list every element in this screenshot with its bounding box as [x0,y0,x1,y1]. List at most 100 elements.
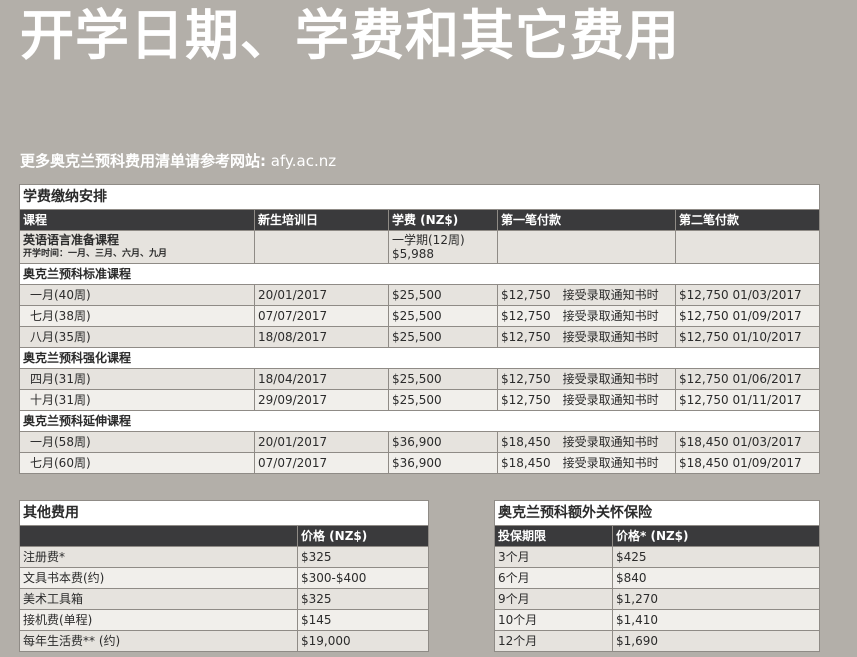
insurance-period: 9个月 [494,588,613,610]
orientation-cell: 18/08/2017 [254,326,389,348]
second-payment-date: 01/06/2017 [732,372,802,386]
header-first-payment: 第一笔付款 [497,209,676,231]
fee-cell: $36,900 [388,431,498,453]
fee-price: $300-$400 [297,567,429,589]
course-cell: 七月(60周) [19,452,255,474]
other-fees-rows: 注册费* $325 文具书本费(约) $300-$400 美术工具箱 $325 接机费(单程… [19,546,429,652]
insurance-rows: 3个月 $425 6个月 $840 9个月 $1,270 10个月 $1,410 12个月 $1,… [494,546,820,652]
first-payment-cell: $12,750 接受录取通知书时 [497,326,676,348]
other-header-price: 价格 (NZ$) [297,525,429,547]
course-cell: 一月(58周) [19,431,255,453]
table-row: 八月(35周) 18/08/2017 $25,500 $12,750 接受录取通知书时 $… [19,326,821,348]
table-row: 四月(31周) 18/04/2017 $25,500 $12,750 接受录取通知书时 $… [19,368,821,390]
orientation-cell: 20/01/2017 [254,431,389,453]
first-payment-cell: $12,750 接受录取通知书时 [497,368,676,390]
second-payment-date: 01/03/2017 [732,435,802,449]
header-course: 课程 [19,209,255,231]
table-row: 接机费(单程) $145 [19,609,429,631]
course-cell: 四月(31周) [19,368,255,390]
language-fee-period: 一学期(12周) [392,233,465,247]
second-payment-date: 01/10/2017 [732,330,802,344]
fee-cell: $36,900 [388,452,498,474]
first-payment-cell: $18,450 接受录取通知书时 [497,452,676,474]
first-payment-cell: $18,450 接受录取通知书时 [497,431,676,453]
insurance-price: $840 [612,567,820,589]
first-payment-amount: $12,750 [501,288,551,302]
first-payment-amount: $18,450 [501,435,551,449]
first-payment-amount: $12,750 [501,393,551,407]
second-payment-cell: $12,750 01/06/2017 [674,368,821,390]
table-row: 12个月 $1,690 [494,630,820,652]
second-payment-amount: $18,450 [679,435,729,449]
reference-label: 更多奥克兰预科费用清单请参考网站: [20,152,267,170]
fee-price: $145 [297,609,429,631]
header-second-payment: 第二笔付款 [674,209,821,231]
orientation-cell: 18/04/2017 [254,368,389,390]
table-row: 十月(31周) 29/09/2017 $25,500 $12,750 接受录取通知书时 $… [19,389,821,411]
insurance-table: 奥克兰预科额外关怀保险 投保期限 价格* (NZ$) 3个月 $425 6个月 $84… [494,500,820,652]
table-row: 每年生活费** (约) $19,000 [19,630,429,652]
group-name: 奥克兰预科标准课程 [18,263,821,285]
reference-url[interactable]: afy.ac.nz [271,152,336,170]
insurance-period: 10个月 [494,609,613,631]
table-row: 七月(60周) 07/07/2017 $36,900 $18,450 接受录取通知书时 $… [19,452,821,474]
language-fee-cell: 一学期(12周) $5,988 [388,230,498,264]
table-row: 文具书本费(约) $300-$400 [19,567,429,589]
insurance-price: $1,690 [612,630,820,652]
second-payment-date: 01/03/2017 [732,288,802,302]
second-payment-cell: $18,450 01/03/2017 [674,431,821,453]
header-orientation: 新生培训日 [254,209,389,231]
group-name: 奥克兰预科强化课程 [18,347,821,369]
group-name: 奥克兰预科延伸课程 [18,410,821,432]
group-row: 奥克兰预科标准课程 [18,263,821,285]
second-payment-amount: $12,750 [679,288,729,302]
first-payment-amount: $12,750 [501,309,551,323]
first-payment-cell: $12,750 接受录取通知书时 [497,284,676,306]
table-row: 6个月 $840 [494,567,820,589]
first-payment-when: 接受录取通知书时 [562,435,659,449]
fee-item: 文具书本费(约) [19,567,298,589]
course-cell: 一月(40周) [19,284,255,306]
page-title: 开学日期、学费和其它费用 [20,4,680,67]
course-groups: 奥克兰预科标准课程 一月(40周) 20/01/2017 $25,500 $12,750… [18,263,821,474]
first-payment-cell: $12,750 接受录取通知书时 [497,389,676,411]
tuition-table-caption: 学费缴纳安排 [18,184,821,210]
second-payment-cell: $12,750 01/03/2017 [674,284,821,306]
insurance-caption: 奥克兰预科额外关怀保险 [494,500,820,526]
fee-price: $19,000 [297,630,429,652]
fee-cell: $25,500 [388,368,498,390]
table-row: 注册费* $325 [19,546,429,568]
second-payment-cell: $12,750 01/09/2017 [674,305,821,327]
fee-item: 美术工具箱 [19,588,298,610]
table-row: 一月(58周) 20/01/2017 $36,900 $18,450 接受录取通知书时 $… [19,431,821,453]
table-row: 美术工具箱 $325 [19,588,429,610]
fee-price: $325 [297,546,429,568]
fee-price: $325 [297,588,429,610]
second-payment-date: 01/09/2017 [732,456,802,470]
table-row: 一月(40周) 20/01/2017 $25,500 $12,750 接受录取通知书时 $… [19,284,821,306]
second-payment-date: 01/09/2017 [732,309,802,323]
group-row: 奥克兰预科延伸课程 [18,410,821,432]
insurance-period: 12个月 [494,630,613,652]
second-payment-amount: $12,750 [679,330,729,344]
orientation-cell: 07/07/2017 [254,305,389,327]
course-cell: 十月(31周) [19,389,255,411]
course-cell: 八月(35周) [19,326,255,348]
fee-cell: $25,500 [388,284,498,306]
fee-cell: $25,500 [388,389,498,411]
insurance-price: $1,410 [612,609,820,631]
orientation-cell: 20/01/2017 [254,284,389,306]
first-payment-amount: $12,750 [501,372,551,386]
reference-line: 更多奥克兰预科费用清单请参考网站: afy.ac.nz [20,150,336,171]
first-payment-when: 接受录取通知书时 [562,309,659,323]
table-row: 七月(38周) 07/07/2017 $25,500 $12,750 接受录取通知书时 $… [19,305,821,327]
other-header-item [19,525,298,547]
second-payment-amount: $18,450 [679,456,729,470]
table-row: 9个月 $1,270 [494,588,820,610]
course-cell: 七月(38周) [19,305,255,327]
insurance-period: 3个月 [494,546,613,568]
fee-item: 每年生活费** (约) [19,630,298,652]
fee-cell: $25,500 [388,326,498,348]
second-payment-cell: $12,750 01/10/2017 [674,326,821,348]
first-payment-when: 接受录取通知书时 [562,456,659,470]
